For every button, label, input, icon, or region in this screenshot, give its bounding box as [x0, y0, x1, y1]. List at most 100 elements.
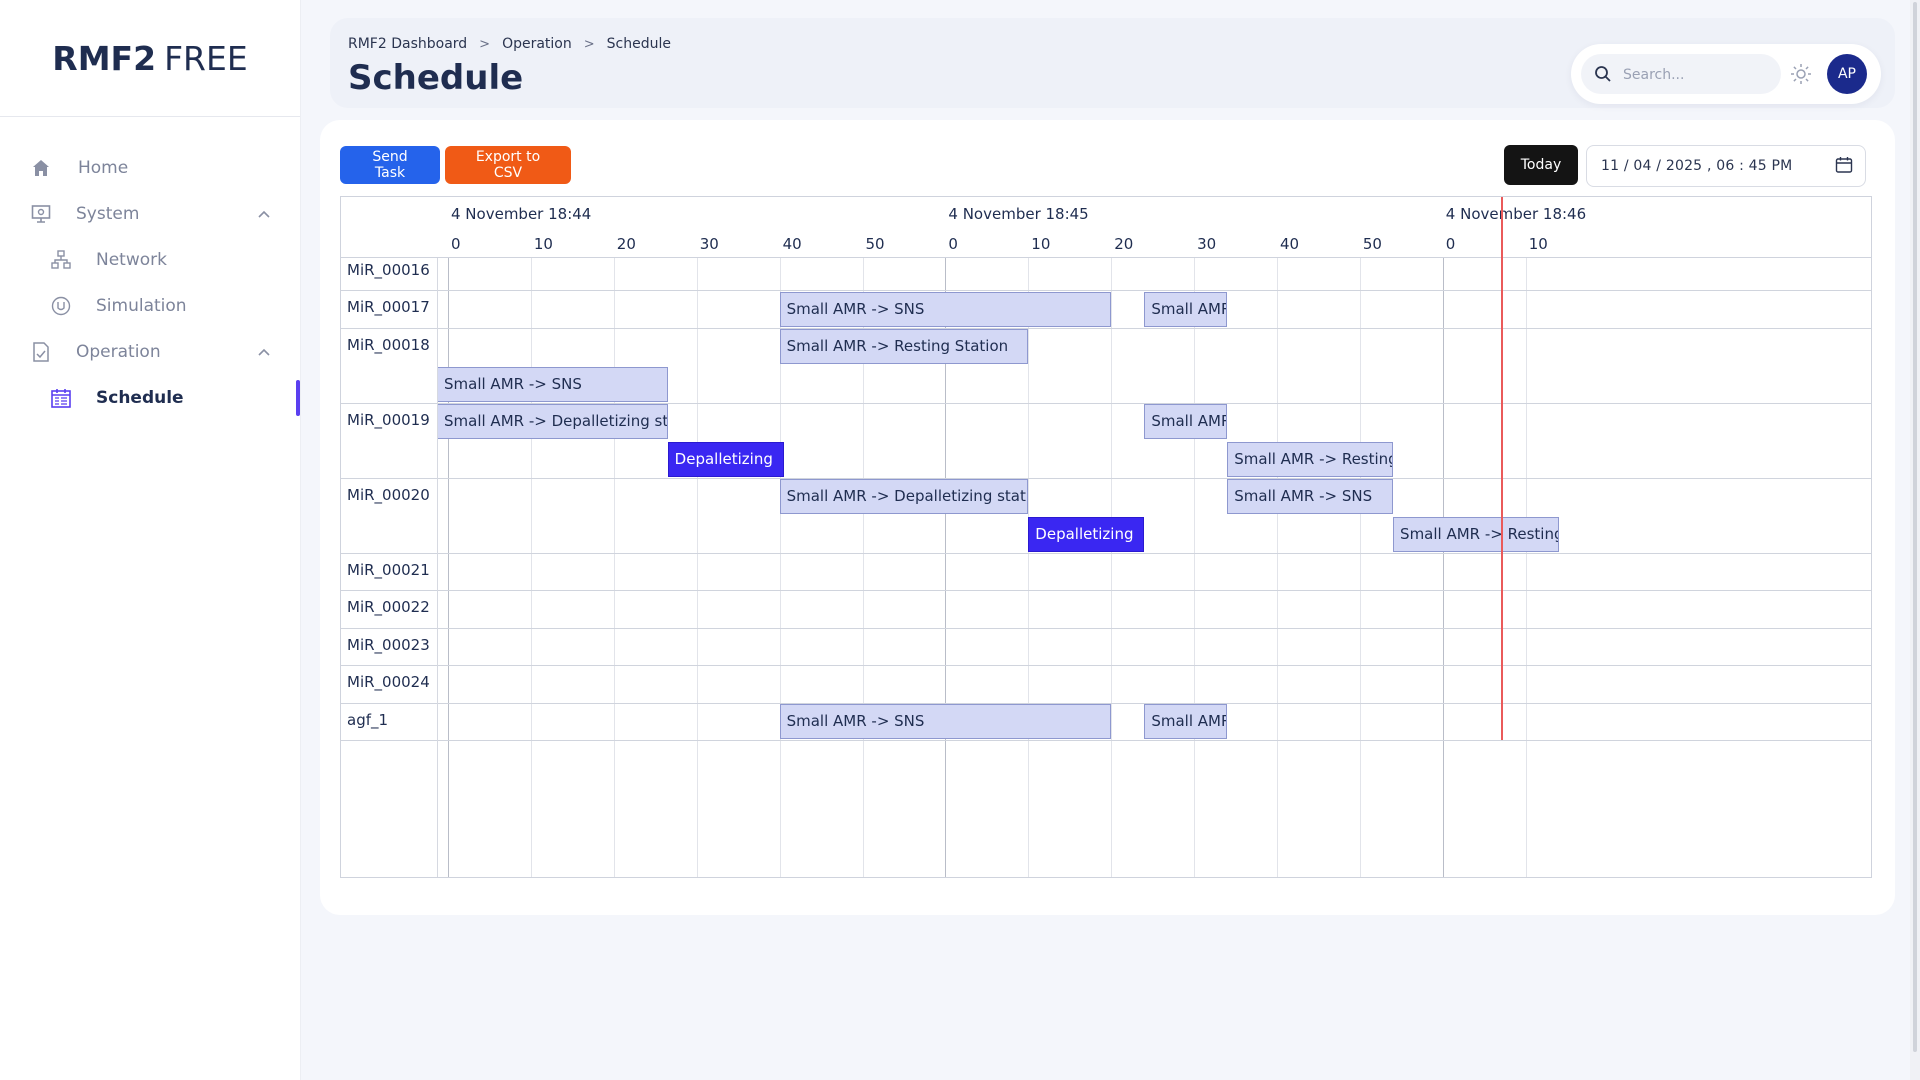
task-bar[interactable]: Small AMR -> [1144, 404, 1228, 439]
row-divider [341, 627, 1871, 629]
row-label: MiR_00023 [347, 635, 430, 654]
task-bar[interactable]: Small AMR -> [1144, 291, 1228, 327]
label-column-divider [437, 197, 438, 877]
today-button[interactable]: Today [1504, 145, 1578, 185]
breadcrumb-item[interactable]: RMF2 Dashboard [348, 36, 467, 52]
header-tools: AP [1571, 44, 1881, 104]
timeline-tick-label: 0 [948, 235, 958, 253]
row-label: agf_1 [347, 710, 389, 729]
sidebar-item-label: Network [96, 250, 167, 270]
chevron-right-icon: > [583, 36, 595, 52]
timeline-major-label: 4 November 18:45 [948, 205, 1089, 223]
timeline-tick-label: 0 [451, 235, 461, 253]
row-label: MiR_00021 [347, 560, 430, 579]
task-bar[interactable]: Small AMR -> Resting Station [1393, 516, 1559, 552]
date-time-input[interactable]: 11 / 04 / 2025 , 06 : 45 PM [1586, 145, 1866, 187]
task-bar[interactable]: Small AMR -> SNS [1227, 479, 1394, 514]
timeline-gridline [1277, 197, 1278, 877]
send-task-button[interactable]: Send Task [340, 146, 440, 184]
calendar-icon[interactable] [1835, 156, 1853, 174]
sidebar-item-operation[interactable]: Operation [30, 332, 280, 372]
sun-icon[interactable] [1789, 62, 1813, 86]
row-label: MiR_00024 [347, 673, 430, 691]
timeline-tick-label: 50 [865, 235, 885, 253]
row-divider [341, 327, 1871, 329]
page-scrollbar[interactable] [1910, 0, 1920, 1080]
task-bar[interactable]: Small AMR -> SNS [779, 704, 1112, 739]
sidebar-item-simulation[interactable]: Simulation [50, 286, 187, 326]
row-label: MiR_00022 [347, 598, 430, 616]
page-header: RMF2 Dashboard > Operation > Schedule Sc… [330, 18, 1895, 108]
search-box [1581, 54, 1781, 96]
chevron-up-icon[interactable] [254, 342, 274, 362]
timeline-tick-label: 20 [616, 235, 636, 253]
timeline-gridline [448, 197, 449, 877]
timeline-gridline [530, 197, 532, 877]
timeline-tick-label: 30 [1197, 235, 1217, 253]
breadcrumb: RMF2 Dashboard > Operation > Schedule [348, 36, 671, 52]
sidebar-item-system[interactable]: System [30, 194, 280, 234]
sidebar-item-label: Home [78, 158, 129, 178]
timeline-tick-label: 0 [1445, 235, 1456, 253]
sidebar-item-label: Operation [76, 342, 161, 362]
task-bar[interactable]: Small AMR -> SNS [437, 366, 668, 402]
breadcrumb-item: Schedule [606, 36, 671, 52]
export-csv-button[interactable]: Export to CSV [445, 146, 571, 184]
date-time-value: 11 / 04 / 2025 , 06 : 45 PM [1601, 158, 1793, 174]
timeline-gridline [613, 197, 615, 877]
page-title: Schedule [348, 58, 524, 98]
row-divider [341, 740, 1871, 741]
row-label: MiR_00018 [347, 335, 430, 354]
active-indicator [296, 380, 300, 416]
timeline-gridline [696, 197, 698, 877]
row-label: MiR_00017 [347, 298, 430, 316]
row-label: MiR_00020 [347, 485, 430, 504]
search-input[interactable] [1621, 54, 1775, 96]
timeline-tick-label: 40 [782, 235, 802, 253]
sidebar-item-schedule[interactable]: Schedule [50, 378, 184, 418]
task-bar[interactable]: Small AMR -> Depalletizing station [437, 404, 668, 439]
sidebar-item-network[interactable]: Network [50, 240, 167, 280]
timeline-header: 4 November 18:44 4 November 18:45 4 Novemb… [341, 197, 1871, 258]
calendar-icon [50, 387, 72, 409]
row-divider [341, 477, 1871, 479]
timeline-tick-label: 10 [533, 235, 553, 253]
app-logo[interactable]: RMF2 FREE [0, 0, 300, 117]
timeline-tick-label: 50 [1362, 235, 1382, 253]
task-bar[interactable]: Small AMR -> SNS [779, 291, 1112, 327]
sidebar-item-label: System [76, 204, 140, 224]
home-icon [30, 157, 52, 179]
task-bar[interactable]: Small AMR -> Resting Station [1227, 441, 1394, 477]
current-time-marker [1500, 197, 1503, 740]
timeline-major-label: 4 November 18:46 [1445, 205, 1587, 223]
timeline-tick-label: 20 [1114, 235, 1134, 253]
row-label: MiR_00019 [347, 410, 430, 429]
timeline-tick-label: 30 [699, 235, 719, 253]
search-icon [1593, 64, 1613, 84]
sidebar-item-label: Simulation [96, 296, 187, 316]
logo-rest: FREE [164, 38, 248, 78]
document-icon [30, 341, 52, 363]
row-divider [341, 665, 1871, 666]
schedule-timeline[interactable]: 4 November 18:44 4 November 18:45 4 Novemb… [340, 196, 1872, 878]
task-bar[interactable]: Small AMR -> [1144, 704, 1228, 739]
chevron-right-icon: > [479, 36, 491, 52]
timeline-gridline [1359, 197, 1361, 877]
row-label: MiR_00016 [347, 260, 430, 279]
task-bar[interactable]: Small AMR -> Resting Station [779, 329, 1029, 364]
logo-bold: RMF2 [52, 38, 157, 78]
simulation-icon [50, 295, 72, 317]
avatar[interactable]: AP [1827, 54, 1867, 94]
breadcrumb-item[interactable]: Operation [502, 36, 572, 52]
row-divider [341, 590, 1871, 591]
scrollbar-thumb[interactable] [1913, 2, 1917, 1052]
row-divider [341, 552, 1871, 554]
task-bar[interactable]: Depalletizing [1028, 516, 1145, 552]
task-bar[interactable]: Depalletizing [667, 441, 784, 477]
timeline-tick-label: 40 [1280, 235, 1300, 253]
task-bar[interactable]: Small AMR -> Depalletizing station [779, 479, 1029, 514]
monitor-icon [30, 203, 52, 225]
network-icon [50, 249, 72, 271]
chevron-up-icon[interactable] [254, 204, 274, 224]
sidebar-item-home[interactable]: Home [30, 148, 128, 188]
